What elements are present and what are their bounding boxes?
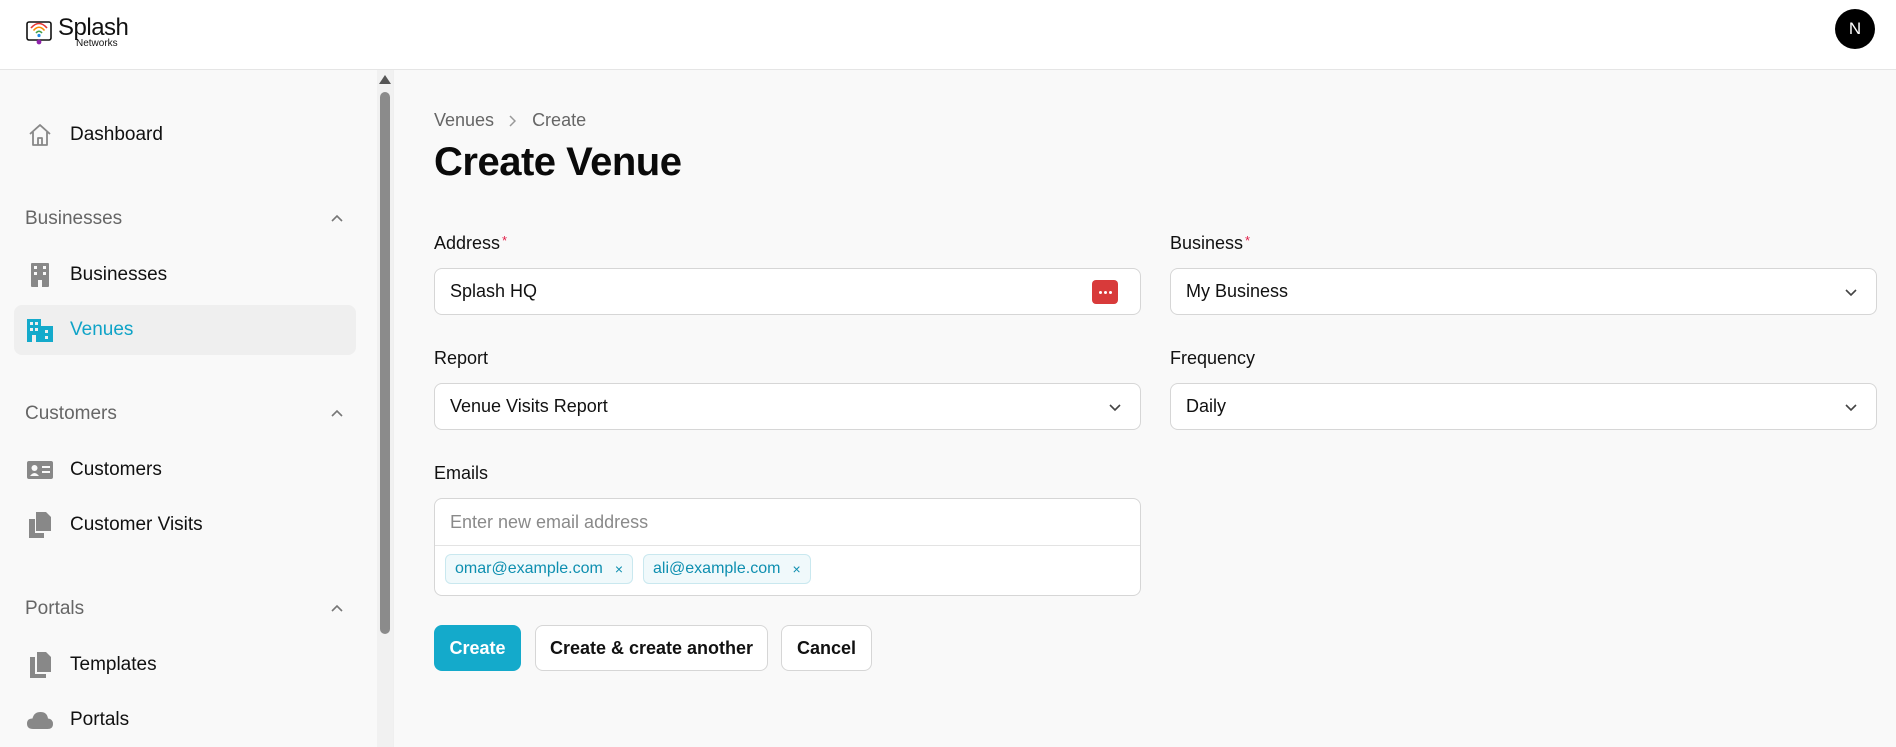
sidebar-item-venues[interactable]: Venues xyxy=(14,305,356,355)
chevron-down-icon xyxy=(1109,404,1121,412)
sidebar-group-portals[interactable]: Portals xyxy=(25,594,343,624)
email-tags: omar@example.com × ali@example.com × xyxy=(435,546,1140,592)
sidebar-group-customers[interactable]: Customers xyxy=(25,399,343,429)
password-manager-icon[interactable] xyxy=(1092,280,1118,304)
copy-icon xyxy=(26,511,54,539)
group-label: Businesses xyxy=(25,208,123,229)
sidebar-item-label: Templates xyxy=(70,654,157,675)
sidebar-item-label: Customers xyxy=(70,459,162,480)
sidebar-item-businesses[interactable]: Businesses xyxy=(14,250,356,300)
email-tag-text: ali@example.com xyxy=(653,560,781,577)
address-field[interactable]: Splash HQ xyxy=(434,268,1141,315)
sidebar-item-label: Portals xyxy=(70,709,130,730)
sidebar-item-customer-visits[interactable]: Customer Visits xyxy=(14,500,356,550)
business-value: My Business xyxy=(1186,281,1289,301)
emails-field: Enter new email address omar@example.com… xyxy=(434,498,1141,596)
sidebar-item-dashboard[interactable]: Dashboard xyxy=(14,110,356,160)
address-label: Address * xyxy=(434,233,507,254)
id-card-icon xyxy=(26,456,54,484)
breadcrumb-venues-link[interactable]: Venues xyxy=(434,110,494,131)
top-bar: Splash Networks N xyxy=(0,0,1896,70)
cancel-button[interactable]: Cancel xyxy=(781,625,872,671)
documents-icon xyxy=(26,651,54,679)
frequency-label: Frequency xyxy=(1170,348,1256,368)
remove-tag-icon[interactable]: × xyxy=(792,561,800,577)
sidebar-item-portals[interactable]: Portals xyxy=(14,695,356,745)
report-select[interactable]: Venue Visits Report xyxy=(434,383,1141,430)
sidebar-item-label: Customer Visits xyxy=(70,514,203,535)
emails-label: Emails xyxy=(434,463,489,483)
sidebar-item-label: Venues xyxy=(70,319,134,340)
sidebar-item-label: Dashboard xyxy=(70,124,163,145)
chevron-up-icon xyxy=(331,409,343,417)
buildings-icon xyxy=(26,316,54,344)
create-and-create-another-button[interactable]: Create & create another xyxy=(535,625,768,671)
chevron-down-icon xyxy=(1845,404,1857,412)
email-tag: ali@example.com × xyxy=(643,554,811,584)
business-select[interactable]: My Business xyxy=(1170,268,1877,315)
create-button[interactable]: Create xyxy=(434,625,521,671)
chevron-down-icon xyxy=(1845,289,1857,297)
building-icon xyxy=(26,261,54,289)
business-label: Business * xyxy=(1170,233,1250,254)
frequency-select[interactable]: Daily xyxy=(1170,383,1877,430)
scroll-up-arrow-icon[interactable] xyxy=(379,75,391,84)
chevron-up-icon xyxy=(331,604,343,612)
group-label: Customers xyxy=(25,403,117,424)
frequency-value: Daily xyxy=(1186,396,1227,416)
remove-tag-icon[interactable]: × xyxy=(615,561,623,577)
logo-subtext: Networks xyxy=(76,38,118,49)
scrollbar-thumb[interactable] xyxy=(380,92,390,634)
email-tag-text: omar@example.com xyxy=(455,560,603,577)
chevron-right-icon xyxy=(508,114,518,128)
required-mark: * xyxy=(1245,233,1251,248)
home-icon xyxy=(26,121,54,149)
user-avatar[interactable]: N xyxy=(1835,9,1875,49)
page-title: Create Venue xyxy=(434,140,682,184)
required-mark: * xyxy=(502,233,508,248)
sidebar-item-templates[interactable]: Templates xyxy=(14,640,356,690)
breadcrumb-current: Create xyxy=(532,110,587,130)
business-label-text: Business xyxy=(1170,233,1244,253)
splash-logo[interactable]: Splash Networks xyxy=(24,12,134,58)
address-label-text: Address xyxy=(434,233,501,253)
group-label: Portals xyxy=(25,598,85,619)
report-value: Venue Visits Report xyxy=(450,396,608,416)
chevron-up-icon xyxy=(331,214,343,222)
cloud-icon xyxy=(26,706,54,734)
breadcrumb: Venues Create xyxy=(434,110,586,131)
wifi-tv-logo-icon xyxy=(26,21,52,45)
sidebar-item-label: Businesses xyxy=(70,264,168,285)
report-label: Report xyxy=(434,348,489,368)
email-input[interactable]: Enter new email address xyxy=(435,499,1140,546)
sidebar-group-businesses[interactable]: Businesses xyxy=(25,204,343,234)
email-tag: omar@example.com × xyxy=(445,554,634,584)
address-value: Splash HQ xyxy=(450,281,538,301)
sidebar-item-customers[interactable]: Customers xyxy=(14,445,356,495)
